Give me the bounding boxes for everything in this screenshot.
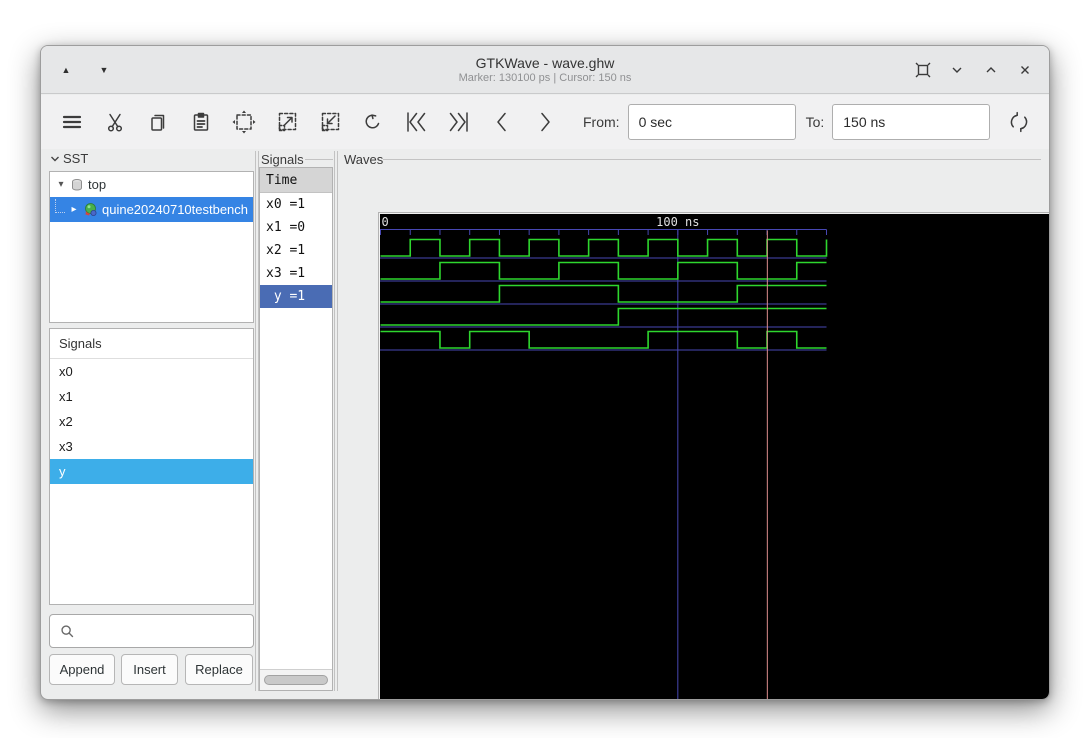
fit-icon [913,60,933,80]
fit-window-button[interactable] [911,58,935,82]
frame-line [383,159,1041,160]
skip-to-start-icon [402,108,430,136]
value-row-x0[interactable]: x0 =1 [260,193,332,216]
signal-item-x2[interactable]: x2 [50,409,253,434]
shade-down-button[interactable]: ▼ [93,59,115,81]
pane-splitter-right[interactable] [334,151,338,691]
tree-item-top[interactable]: ▾ top [50,172,253,197]
toolbar: From: To: [41,95,1049,149]
tree-item-label: quine20240710testbench [102,202,248,217]
wave-trace-x3 [381,309,827,326]
step-forward-button[interactable] [530,107,560,137]
gtkwave-window: ▲ ▼ GTKWave - wave.ghw Marker: 130100 ps… [40,45,1050,700]
expander-open-icon: ▾ [54,179,68,190]
maximize-button[interactable] [979,58,1003,82]
module-icon [70,178,84,192]
go-to-start-button[interactable] [401,107,431,137]
append-button[interactable]: Append [49,654,115,685]
signals-list: Signals x0 x1 x2 x3 y [49,328,254,605]
triangle-up-icon: ▲ [62,65,71,75]
copy-button[interactable] [143,107,173,137]
copy-icon [146,110,170,134]
skip-to-end-icon [445,108,473,136]
step-back-button[interactable] [487,107,517,137]
zoom-out-button[interactable] [315,107,345,137]
waves-frame-label: Waves [344,152,383,167]
timeline-label: 100 ns [656,215,699,229]
values-horizontal-scrollbar[interactable] [260,669,332,690]
triangle-down-icon: ▼ [100,65,109,75]
window-title: GTKWave - wave.ghw [41,55,1049,71]
chevron-down-icon [948,61,966,79]
waves-panel: 0 100 ns [378,212,1050,700]
menu-icon [59,109,85,135]
frame-line [305,159,333,160]
expander-closed-icon: ▸ [67,204,81,215]
wave-trace-x2 [381,286,827,303]
signal-values-panel: Time x0 =1 x1 =0 x2 =1 x3 =1 y =1 [259,167,333,691]
undo-button[interactable] [358,107,388,137]
wave-trace-y [381,332,827,349]
tree-item-testbench[interactable]: ▸ quine20240710testbench [50,197,253,222]
chevron-right-icon [531,108,559,136]
signal-item-y[interactable]: y [50,459,253,484]
marker-cursor-status: Marker: 130100 ps | Cursor: 150 ns [41,72,1049,84]
chevron-up-icon [982,61,1000,79]
wave-canvas[interactable]: 0 100 ns [380,214,1050,700]
to-input[interactable] [832,104,990,140]
value-row-x1[interactable]: x1 =0 [260,216,332,239]
time-header: Time [260,168,332,193]
wave-trace-x1 [381,263,827,280]
from-label: From: [583,114,620,130]
zoom-fit-button[interactable] [229,107,259,137]
scissors-icon [103,110,127,134]
zoom-in-button[interactable] [272,107,302,137]
wave-trace-x0 [381,240,827,257]
search-icon [58,622,76,640]
signal-item-x0[interactable]: x0 [50,359,253,384]
close-button[interactable] [1013,58,1037,82]
replace-button[interactable]: Replace [185,654,253,685]
waveform-svg: 0 100 ns [380,214,1050,700]
testbench-icon [83,202,98,217]
zoom-fit-icon [231,109,257,135]
chevron-down-icon [49,153,61,165]
to-label: To: [806,114,825,130]
reload-icon [1005,108,1033,136]
timeline-label: 0 [382,215,389,229]
insert-button[interactable]: Insert [121,654,178,685]
close-icon [1016,61,1034,79]
from-input[interactable] [628,104,796,140]
zoom-out-icon [317,109,343,135]
paste-button[interactable] [186,107,216,137]
tree-branch-line [55,199,65,213]
sst-tree: ▾ top ▸ quine20240710testbench [49,171,254,323]
values-frame-label: Signals [261,152,304,167]
titlebar: ▲ ▼ GTKWave - wave.ghw Marker: 130100 ps… [41,46,1049,94]
signals-list-header: Signals [50,329,253,359]
go-to-end-button[interactable] [444,107,474,137]
value-row-x3[interactable]: x3 =1 [260,262,332,285]
chevron-left-icon [488,108,516,136]
signal-item-x1[interactable]: x1 [50,384,253,409]
signal-item-x3[interactable]: x3 [50,434,253,459]
minimize-button[interactable] [945,58,969,82]
value-row-y[interactable]: y =1 [260,285,332,308]
undo-icon [360,109,386,135]
sst-header[interactable]: SST [49,151,88,166]
cut-button[interactable] [100,107,130,137]
tree-item-label: top [88,177,106,192]
value-row-x2[interactable]: x2 =1 [260,239,332,262]
menu-button[interactable] [57,107,87,137]
scrollbar-thumb[interactable] [264,675,328,685]
reload-button[interactable] [1004,107,1034,137]
signal-search[interactable] [49,614,254,648]
paste-icon [189,110,213,134]
search-input[interactable] [76,615,253,647]
shade-up-button[interactable]: ▲ [55,59,77,81]
zoom-in-icon [274,109,300,135]
